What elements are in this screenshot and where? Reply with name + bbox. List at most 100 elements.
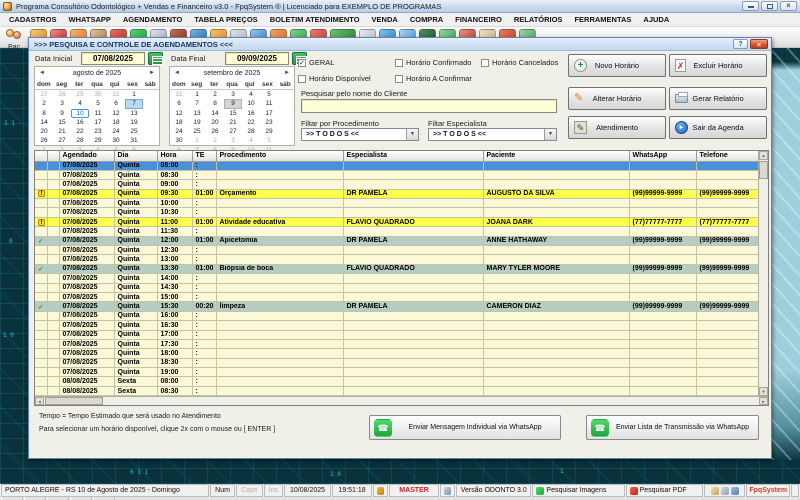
send-individual-whatsapp-button[interactable]: ☎ Enviar Mensagem Individual via WhatsAp… xyxy=(369,415,561,440)
calendar-day[interactable]: 29 xyxy=(71,90,89,99)
calendar-day[interactable]: 8 xyxy=(206,99,224,108)
calendar-day[interactable]: 3 xyxy=(224,136,242,145)
calendar-day[interactable]: 27 xyxy=(53,136,71,145)
menu-item-agendamento[interactable]: AGENDAMENTO xyxy=(117,15,188,24)
calendar-day[interactable]: 2 xyxy=(206,136,224,145)
checkbox-hora-rio-disponi-vel[interactable]: Horário Disponível xyxy=(298,74,371,83)
send-broadcast-whatsapp-button[interactable]: ☎ Enviar Lista de Transmissão via WhatsA… xyxy=(586,415,759,440)
schedule-row[interactable]: !07/08/2025Quinta09:3001:00OrçamentoDR P… xyxy=(35,189,760,198)
calendar-day[interactable]: 24 xyxy=(170,127,188,136)
calendar-day[interactable]: 3 xyxy=(53,99,71,108)
calendar-day[interactable]: 31 xyxy=(170,90,188,99)
menu-item-whatsapp[interactable]: WHATSAPP xyxy=(63,15,117,24)
filter-procedure-select[interactable]: >> T O D O S << ▼ xyxy=(301,128,419,141)
alterar-hora-rio-button[interactable]: ✎Alterar Horário xyxy=(568,87,666,110)
calendar-day[interactable]: 17 xyxy=(89,118,107,127)
calendar-day[interactable]: 12 xyxy=(170,109,188,118)
restore-button[interactable] xyxy=(761,1,778,11)
prev-month-icon[interactable]: ◄ xyxy=(35,70,49,76)
schedule-row[interactable]: 07/08/2025Quinta10:00: xyxy=(35,199,760,208)
calendar-day[interactable]: 1 xyxy=(188,136,206,145)
checkbox-box[interactable] xyxy=(298,75,306,83)
calendar-day[interactable]: 28 xyxy=(242,127,260,136)
scroll-down-icon[interactable]: ▼ xyxy=(759,387,768,396)
schedule-row[interactable]: 07/08/2025Quinta17:30: xyxy=(35,339,760,348)
calendar-day[interactable]: 30 xyxy=(107,136,125,145)
schedule-row[interactable]: ✓07/08/2025Quinta13:3001:00Biópsia de bo… xyxy=(35,264,760,273)
menu-item-venda[interactable]: VENDA xyxy=(366,15,404,24)
schedule-row[interactable]: 07/08/2025Quinta14:30: xyxy=(35,283,760,292)
schedule-row[interactable]: 07/08/2025Quinta17:00: xyxy=(35,330,760,339)
calendar-day[interactable]: 1 xyxy=(125,90,143,99)
menu-item-ferramentas[interactable]: FERRAMENTAS xyxy=(568,15,637,24)
calendar-day[interactable]: 23 xyxy=(260,118,278,127)
calendar-day[interactable]: 24 xyxy=(107,127,125,136)
schedule-row[interactable]: ✓07/08/2025Quinta12:0001:00ApicetomiaDR … xyxy=(35,236,760,245)
calendar-day[interactable]: 29 xyxy=(89,136,107,145)
calendar-day[interactable]: 7 xyxy=(125,99,143,108)
date-start-picker-icon[interactable] xyxy=(148,52,163,65)
scroll-up-icon[interactable]: ▲ xyxy=(759,151,768,160)
calendar-day[interactable]: 25 xyxy=(188,127,206,136)
menu-item-financeiro[interactable]: FINANCEIRO xyxy=(449,15,508,24)
calendar-day[interactable]: 11 xyxy=(89,109,107,118)
scroll-left-icon[interactable]: ◄ xyxy=(35,397,44,405)
date-end-input[interactable]: 09/09/2025 xyxy=(225,52,289,65)
schedule-row[interactable]: 07/08/2025Quinta10:30: xyxy=(35,208,760,217)
calendar-day[interactable]: 19 xyxy=(188,118,206,127)
calendar-day[interactable]: 10 xyxy=(71,109,89,118)
schedule-row[interactable]: 07/08/2025Quinta09:00: xyxy=(35,180,760,189)
menu-item-compra[interactable]: COMPRA xyxy=(404,15,449,24)
calendar-day[interactable]: 8 xyxy=(35,109,53,118)
calendar-day[interactable]: 20 xyxy=(206,118,224,127)
checkbox-geral[interactable]: ✓GERAL xyxy=(298,58,334,67)
menu-item-tabela-prec-os[interactable]: TABELA PREÇOS xyxy=(188,15,263,24)
calendar-day[interactable]: 15 xyxy=(224,109,242,118)
calendar-day[interactable]: 18 xyxy=(170,118,188,127)
search-images-button[interactable]: Pesquisar Imagens xyxy=(532,484,624,497)
schedule-row[interactable]: 07/08/2025Quinta08:30: xyxy=(35,170,760,179)
close-button[interactable]: × xyxy=(780,1,797,11)
calendar-day[interactable]: 7 xyxy=(188,99,206,108)
calendar-day[interactable]: 1 xyxy=(188,90,206,99)
schedule-row[interactable]: 07/08/2025Quinta19:00: xyxy=(35,368,760,377)
calendar-day[interactable]: 12 xyxy=(107,109,125,118)
schedule-row[interactable]: 07/08/2025Quinta14:00: xyxy=(35,274,760,283)
calendar-day[interactable]: 16 xyxy=(71,118,89,127)
help-button[interactable]: ? xyxy=(733,39,748,49)
schedule-row[interactable]: 07/08/2025Quinta11:30: xyxy=(35,227,760,236)
menu-item-ajuda[interactable]: AJUDA xyxy=(637,15,675,24)
calendar-day[interactable]: 22 xyxy=(242,118,260,127)
calendar-day[interactable]: 23 xyxy=(89,127,107,136)
menu-item-cadastros[interactable]: CADASTROS xyxy=(3,15,63,24)
date-start-input[interactable]: 07/08/2025 xyxy=(81,52,145,65)
calendar-day[interactable]: 27 xyxy=(224,127,242,136)
checkbox-box[interactable] xyxy=(395,75,403,83)
schedule-row[interactable]: !07/08/2025Quinta11:0001:00Atividade edu… xyxy=(35,217,760,226)
calendar-day[interactable]: 2 xyxy=(35,99,53,108)
calendar-day[interactable]: 4 xyxy=(242,90,260,99)
menu-item-relato-rios[interactable]: RELATÓRIOS xyxy=(508,15,569,24)
filter-specialist-select[interactable]: >> T O D O S << ▼ xyxy=(428,128,557,141)
calendar-day[interactable]: 5 xyxy=(260,90,278,99)
calendar-day[interactable]: 2 xyxy=(206,90,224,99)
scroll-right-icon[interactable]: ► xyxy=(759,397,768,405)
checkbox-hora-rio-a-confirmar[interactable]: Horário A Confirmar xyxy=(395,74,472,83)
chevron-down-icon[interactable]: ▼ xyxy=(406,129,418,140)
calendar-day[interactable]: 17 xyxy=(260,109,278,118)
calendar-day[interactable]: 20 xyxy=(35,127,53,136)
calendar-day[interactable]: 16 xyxy=(242,109,260,118)
schedule-row[interactable]: 08/08/2025Sexta08:30: xyxy=(35,386,760,395)
calendar-day[interactable]: 21 xyxy=(53,127,71,136)
calendar-day[interactable]: 30 xyxy=(89,90,107,99)
schedule-row[interactable]: 07/08/2025Quinta18:30: xyxy=(35,358,760,367)
vertical-scroll-thumb[interactable] xyxy=(759,161,768,179)
calendar-day[interactable]: 15 xyxy=(53,118,71,127)
calendar-day[interactable]: 4 xyxy=(71,99,89,108)
checkbox-hora-rio-cancelados[interactable]: Horário Cancelados xyxy=(481,58,558,67)
schedule-row[interactable]: 07/08/2025Quinta18:00: xyxy=(35,349,760,358)
calendar-day[interactable]: 29 xyxy=(260,127,278,136)
calendar-day[interactable]: 19 xyxy=(125,118,143,127)
calendar-day[interactable]: 6 xyxy=(170,99,188,108)
excluir-hora-rio-button[interactable]: ✗Excluir Horário xyxy=(669,54,767,77)
